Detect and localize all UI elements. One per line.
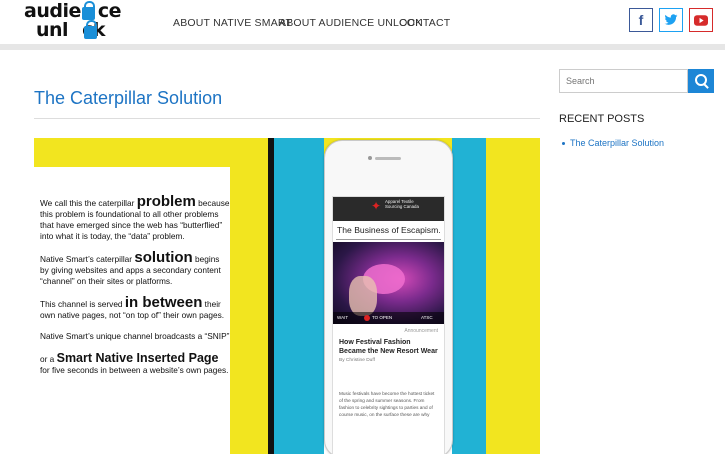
hero-cyan-right [452, 138, 486, 454]
phone-speaker [375, 157, 401, 160]
post-title[interactable]: The Caterpillar Solution [34, 88, 222, 109]
hero-paragraph-2: Native Smart’s caterpillar solution begi… [40, 249, 221, 286]
snip-controls: WAIT TO OPEN ATSC [333, 312, 444, 324]
facebook-icon[interactable]: f [629, 8, 653, 32]
phone-mockup: ✦ Apparel Textile Sourcing Canada The Bu… [324, 140, 453, 454]
article-body: Music festivals have become the hottest … [339, 391, 435, 417]
brand-label: ATSC [421, 315, 433, 320]
photo-shape-2 [349, 276, 377, 316]
phone-camera [368, 156, 372, 160]
title-divider [34, 118, 540, 119]
search-button[interactable] [688, 69, 714, 93]
announcement-tag: Announcement [404, 328, 438, 334]
screen-heading: The Business of Escapism. [337, 225, 441, 235]
twitter-icon[interactable] [659, 8, 683, 32]
nav-contact[interactable]: CONTACT [399, 17, 450, 29]
maple-leaf-icon: ✦ [371, 199, 382, 213]
recent-post-link[interactable]: The Caterpillar Solution [561, 138, 664, 148]
lock-icon-2 [84, 20, 97, 39]
app-bar: ✦ Apparel Textile Sourcing Canada [333, 197, 444, 221]
open-label: TO OPEN [372, 315, 393, 320]
hero-copy: We call this the caterpillar problem bec… [40, 193, 230, 386]
logo-text-2: unl [36, 19, 69, 41]
hero-paragraph-1: We call this the caterpillar problem bec… [40, 193, 230, 241]
site-header: audiece unlck ABOUT NATIVE SMART ABOUT A… [0, 0, 725, 50]
hero-paragraph-5: or a Smart Native Inserted Page for five… [40, 351, 229, 375]
hero-cyan-left [274, 138, 324, 454]
site-logo[interactable]: audiece unlck [24, 1, 124, 42]
article-byline: By Christine Duff [339, 358, 375, 363]
app-name: Apparel Textile Sourcing Canada [385, 199, 419, 209]
search-input[interactable] [559, 69, 688, 93]
phone-screen: ✦ Apparel Textile Sourcing Canada The Bu… [332, 196, 445, 454]
hero-paragraph-4: Native Smart’s unique channel broadcasts… [40, 331, 230, 341]
recent-posts-title: RECENT POSTS [559, 113, 645, 125]
screen-divider [336, 239, 441, 240]
hero-yellow-left [230, 167, 268, 454]
nav-about-native-smart[interactable]: ABOUT NATIVE SMART [173, 17, 292, 29]
wait-label: WAIT [337, 315, 349, 320]
hero-yellow-corner [34, 138, 54, 167]
article-headline: How Festival Fashion Became the New Reso… [339, 339, 438, 355]
youtube-icon[interactable] [689, 8, 713, 32]
hero-image: We call this the caterpillar problem bec… [34, 138, 540, 454]
hero-yellow-right [486, 138, 540, 454]
header-divider [0, 44, 725, 50]
hero-paragraph-3: This channel is served in between their … [40, 294, 225, 320]
record-dot-icon [364, 315, 370, 321]
